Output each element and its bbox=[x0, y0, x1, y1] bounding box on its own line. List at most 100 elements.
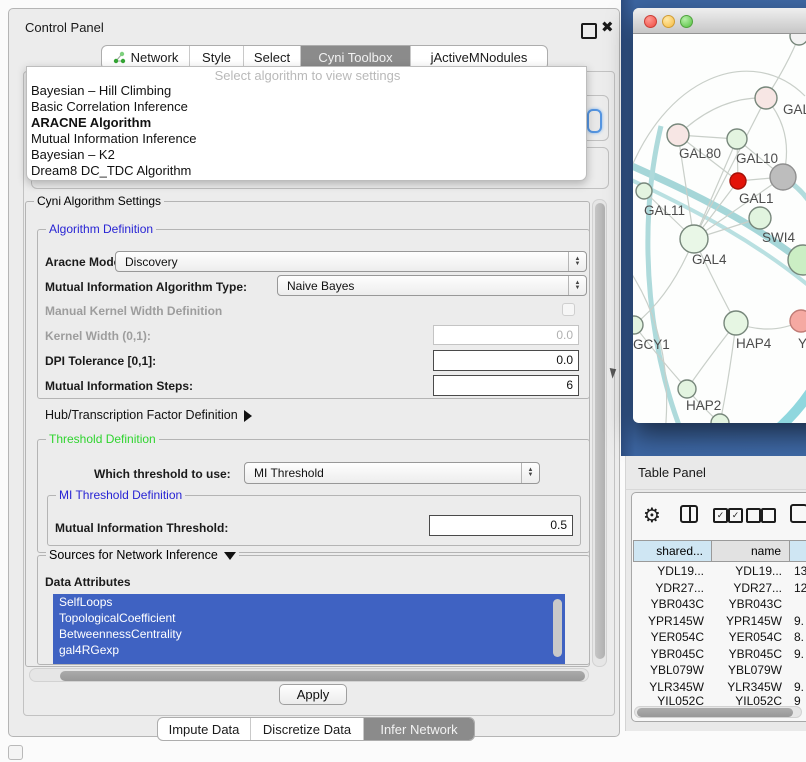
group-title: MI Threshold Definition bbox=[56, 488, 185, 502]
combo-value: MI Threshold bbox=[245, 466, 521, 480]
network-graph bbox=[633, 34, 806, 423]
algorithm-dropdown-popup: Select algorithm to view settings Bayesi… bbox=[26, 66, 587, 181]
column-header-partial[interactable] bbox=[790, 540, 806, 562]
data-attributes-list: SelfLoops TopologicalCoefficient Between… bbox=[53, 594, 565, 664]
export-table-icon[interactable] bbox=[790, 504, 806, 523]
table-hscrollbar-track[interactable] bbox=[634, 706, 802, 718]
tab-label: jActiveMNodules bbox=[431, 50, 528, 65]
settings-hscrollbar-track[interactable] bbox=[29, 668, 589, 682]
data-attributes-label: Data Attributes bbox=[45, 575, 131, 589]
node-label: GCY1 bbox=[633, 337, 670, 352]
node-label: HAP4 bbox=[736, 336, 771, 351]
settings-hscrollbar-thumb[interactable] bbox=[60, 671, 585, 681]
group-title: Threshold Definition bbox=[46, 432, 159, 446]
algorithm-combo-button[interactable] bbox=[587, 109, 602, 133]
mi-type-combo[interactable]: Naive Bayes ▲▼ bbox=[277, 275, 587, 296]
screen: Control Panel ✖ Network Style Select Cyn… bbox=[0, 0, 806, 762]
mi-threshold-field[interactable]: 0.5 bbox=[429, 515, 573, 536]
table-row[interactable]: YBL079WYBL079W bbox=[633, 662, 806, 679]
attribute-item[interactable]: SelfLoops bbox=[53, 594, 565, 610]
sources-title: Sources for Network Inference bbox=[49, 548, 218, 562]
kernel-width-label: Kernel Width (0,1): bbox=[45, 329, 151, 343]
window-titlebar[interactable] bbox=[633, 8, 806, 34]
combo-value: Naive Bayes bbox=[278, 279, 568, 293]
table-hscrollbar-thumb[interactable] bbox=[637, 708, 793, 717]
column-header-shared-name[interactable]: shared... bbox=[633, 540, 712, 562]
column-header-name[interactable]: name bbox=[712, 540, 790, 562]
table-row[interactable]: YPR145WYPR145W9. bbox=[633, 613, 806, 630]
close-traffic-light-icon[interactable] bbox=[644, 15, 657, 28]
minimized-panel-button[interactable] bbox=[8, 745, 23, 760]
float-window-icon[interactable] bbox=[581, 23, 597, 39]
dpi-tolerance-field[interactable]: 0.0 bbox=[433, 350, 579, 371]
tab-impute-data[interactable]: Impute Data bbox=[158, 718, 251, 740]
tab-infer-network[interactable]: Infer Network bbox=[364, 718, 474, 740]
mi-threshold-label: Mutual Information Threshold: bbox=[55, 521, 228, 535]
stepper-icon: ▲▼ bbox=[568, 276, 586, 295]
aracne-mode-label: Aracne Mode: bbox=[45, 255, 124, 269]
node-label: GAL11 bbox=[644, 203, 685, 218]
manual-kernel-checkbox[interactable] bbox=[562, 303, 575, 316]
tab-discretize-data[interactable]: Discretize Data bbox=[251, 718, 364, 740]
network-icon bbox=[113, 51, 126, 64]
stepper-icon: ▲▼ bbox=[521, 463, 539, 483]
deselect-checkbox-icon[interactable] bbox=[761, 508, 776, 523]
close-icon[interactable]: ✖ bbox=[601, 18, 614, 36]
settings-vscrollbar-track[interactable] bbox=[592, 199, 607, 667]
control-panel-title: Control Panel bbox=[25, 20, 104, 35]
stepper-icon: ▲▼ bbox=[568, 252, 586, 271]
deselect-checkbox-icon[interactable] bbox=[746, 508, 761, 523]
attribute-item[interactable]: TopologicalCoefficient bbox=[53, 610, 565, 626]
node-label: GAL bbox=[783, 102, 806, 117]
control-panel: Control Panel ✖ Network Style Select Cyn… bbox=[8, 8, 620, 737]
table-row[interactable]: YBR043CYBR043C bbox=[633, 596, 806, 613]
settings-vscrollbar-thumb[interactable] bbox=[595, 203, 605, 659]
sources-toggle[interactable]: Sources for Network Inference bbox=[46, 548, 239, 562]
network-canvas[interactable]: GAL GAL80 GAL10 GAL11 GAL1 GAL4 SWI4 GCY… bbox=[633, 34, 806, 423]
columns-icon[interactable] bbox=[680, 505, 698, 523]
table-row[interactable]: YLR345WYLR345W9. bbox=[633, 679, 806, 696]
table-row[interactable]: YIL052CYIL052C9 bbox=[633, 695, 806, 706]
tab-label: Cyni Toolbox bbox=[318, 50, 392, 65]
tab-label: Impute Data bbox=[169, 722, 240, 737]
table-row[interactable]: YER054CYER054C8. bbox=[633, 629, 806, 646]
mi-steps-field[interactable]: 6 bbox=[433, 375, 579, 396]
algorithm-option[interactable]: Bayesian – Hill Climbing bbox=[31, 83, 581, 99]
which-threshold-combo[interactable]: MI Threshold ▲▼ bbox=[244, 462, 540, 484]
algorithm-option[interactable]: Mutual Information Inference bbox=[31, 131, 581, 147]
attribute-item[interactable]: BetweennessCentrality bbox=[53, 626, 565, 642]
node-label: GAL80 bbox=[679, 146, 721, 161]
kernel-width-field[interactable]: 0.0 bbox=[433, 325, 579, 345]
apply-button[interactable]: Apply bbox=[279, 684, 347, 705]
algorithm-option-selected[interactable]: ARACNE Algorithm bbox=[31, 115, 581, 131]
tab-label: Network bbox=[131, 50, 179, 65]
node-label: GAL1 bbox=[739, 191, 774, 206]
node-label: GAL10 bbox=[736, 151, 778, 166]
hub-definition-toggle[interactable]: Hub/Transcription Factor Definition bbox=[45, 408, 252, 422]
algorithm-option[interactable]: Bayesian – K2 bbox=[31, 147, 581, 163]
zoom-traffic-light-icon[interactable] bbox=[680, 15, 693, 28]
node-label: HAP2 bbox=[686, 398, 721, 413]
table-row[interactable]: YDR27...YDR27...12 bbox=[633, 580, 806, 597]
network-view-window: GAL GAL80 GAL10 GAL11 GAL1 GAL4 SWI4 GCY… bbox=[633, 8, 806, 423]
algorithm-option[interactable]: Basic Correlation Inference bbox=[31, 99, 581, 115]
hub-definition-label: Hub/Transcription Factor Definition bbox=[45, 408, 238, 422]
node-label: GAL4 bbox=[692, 252, 727, 267]
minimize-traffic-light-icon[interactable] bbox=[662, 15, 675, 28]
tab-label: Select bbox=[254, 50, 290, 65]
tab-label: Style bbox=[202, 50, 231, 65]
list-scrollbar[interactable] bbox=[553, 599, 562, 657]
aracne-mode-combo[interactable]: Discovery ▲▼ bbox=[115, 251, 587, 272]
node-label: SWI4 bbox=[762, 230, 795, 245]
attribute-item[interactable]: gal4RGexp bbox=[53, 642, 565, 658]
algorithm-option[interactable]: Dream8 DC_TDC Algorithm bbox=[31, 163, 581, 179]
select-all-checkbox-icon[interactable]: ✓ bbox=[728, 508, 743, 523]
select-all-checkbox-icon[interactable]: ✓ bbox=[713, 508, 728, 523]
gear-icon[interactable]: ⚙ bbox=[643, 503, 661, 528]
group-title: Cyni Algorithm Settings bbox=[34, 194, 164, 208]
table-row[interactable]: YDL19...YDL19...13 bbox=[633, 563, 806, 580]
tab-label: Discretize Data bbox=[263, 722, 351, 737]
table-panel-title: Table Panel bbox=[638, 465, 706, 480]
algorithm-placeholder: Select algorithm to view settings bbox=[27, 68, 588, 83]
table-row[interactable]: YBR045CYBR045C9. bbox=[633, 646, 806, 663]
